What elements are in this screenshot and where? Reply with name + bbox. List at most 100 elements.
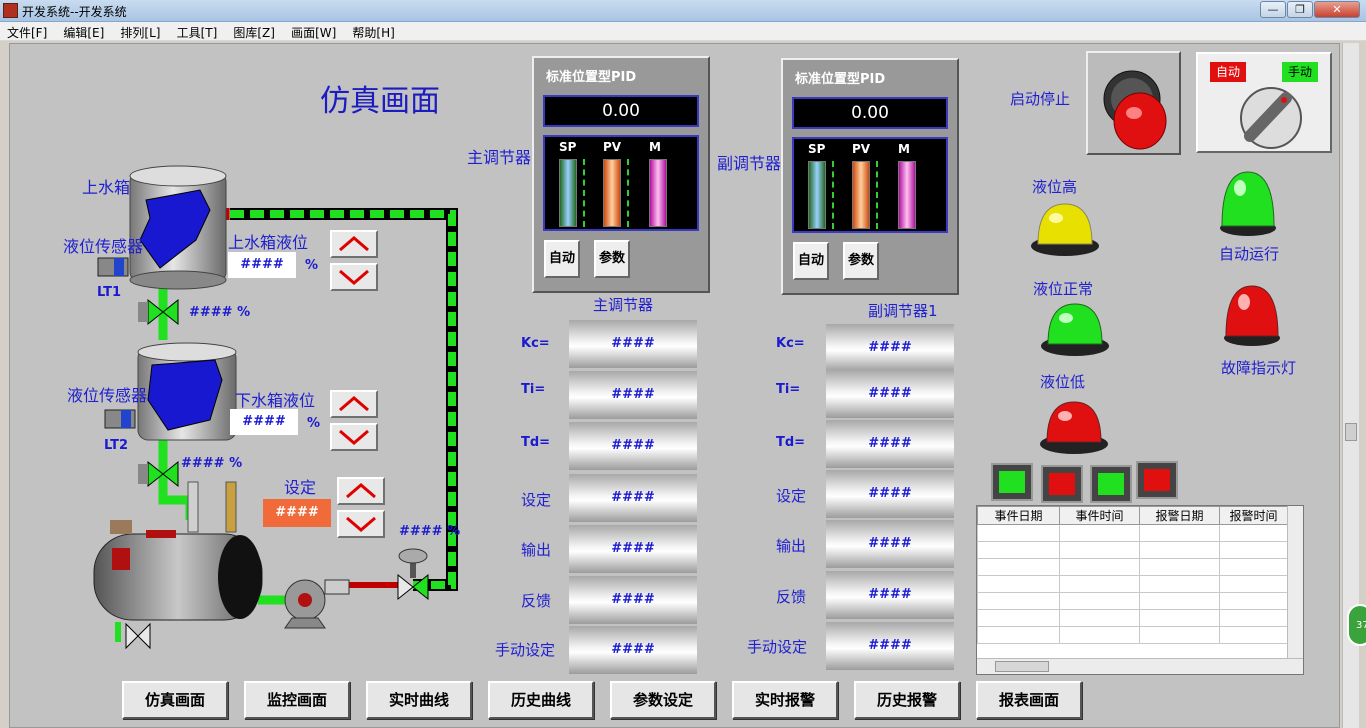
- nav-realtime-trend[interactable]: 实时曲线: [366, 681, 472, 719]
- bar-scale: [627, 159, 641, 227]
- sub-params-heading: 副调节器1: [868, 302, 938, 320]
- pid-main-title: 标准位置型PID: [546, 70, 637, 85]
- valve1-value: #### %: [189, 305, 251, 320]
- main-kc-value[interactable]: ####: [569, 320, 697, 368]
- table-row[interactable]: [977, 541, 1288, 559]
- upper-tank-label: 上水箱: [82, 178, 131, 197]
- auto-mode-label: 自动: [1210, 62, 1246, 82]
- lower-tank: [137, 342, 237, 441]
- sub-feedback-value[interactable]: ####: [826, 571, 954, 619]
- start-stop-label: 启动停止: [1010, 90, 1071, 108]
- bar-m: [898, 161, 916, 229]
- close-button[interactable]: ✕: [1314, 1, 1360, 18]
- pid-sub-params-button[interactable]: 参数: [843, 242, 879, 280]
- badge[interactable]: 37: [1347, 604, 1366, 646]
- maximize-button[interactable]: ❐: [1287, 1, 1313, 18]
- upper-level-label: 上水箱液位: [228, 233, 309, 252]
- pid-sub-display: 0.00: [792, 97, 948, 129]
- col-alarm-time[interactable]: 报警时间: [1219, 506, 1288, 525]
- status-square-green-1[interactable]: [991, 463, 1033, 501]
- main-setpoint-value[interactable]: ####: [569, 474, 697, 522]
- col-event-time[interactable]: 事件时间: [1059, 506, 1140, 525]
- arrow-down-icon: [339, 269, 369, 285]
- sub-td-value[interactable]: ####: [826, 420, 954, 468]
- sub-td-label: Td=: [776, 435, 806, 450]
- sensor-lt2: [104, 409, 136, 429]
- pid-sub-auto-button[interactable]: 自动: [793, 242, 829, 280]
- arrow-down-icon: [339, 429, 369, 445]
- pid-main-auto-button[interactable]: 自动: [544, 240, 580, 278]
- nav-report[interactable]: 报表画面: [976, 681, 1082, 719]
- main-feedback-value[interactable]: ####: [569, 576, 697, 624]
- table-hscrollbar[interactable]: [977, 658, 1303, 674]
- valve2-value: #### %: [181, 456, 243, 471]
- nav-monitor[interactable]: 监控画面: [244, 681, 350, 719]
- sub-kc-value[interactable]: ####: [826, 324, 954, 372]
- scrollbar-thumb[interactable]: [1345, 423, 1357, 441]
- col-event-date[interactable]: 事件日期: [977, 506, 1060, 525]
- minimize-button[interactable]: —: [1260, 1, 1286, 18]
- table-row[interactable]: [977, 524, 1288, 542]
- lower-level-up-button[interactable]: [330, 390, 378, 418]
- status-square-red-1[interactable]: [1041, 465, 1083, 503]
- main-manual-value[interactable]: ####: [569, 626, 697, 674]
- bar-pv: [852, 161, 870, 229]
- sub-setpoint-value[interactable]: ####: [826, 470, 954, 518]
- level-normal-label: 液位正常: [1033, 280, 1094, 298]
- nav-simulation[interactable]: 仿真画面: [122, 681, 228, 719]
- pid-sub-panel: 标准位置型PID 0.00 SP PV M 自动 参数: [781, 58, 959, 295]
- nav-realtime-alarm[interactable]: 实时报警: [732, 681, 838, 719]
- bar-m-label: M: [898, 142, 910, 156]
- lower-level-down-button[interactable]: [330, 423, 378, 451]
- boiler-tank: [93, 520, 263, 642]
- red-pushbutton-icon: [1103, 70, 1167, 150]
- pid-main-display: 0.00: [543, 95, 699, 127]
- status-square-red-2[interactable]: [1136, 461, 1178, 499]
- lower-level-label: 下水箱液位: [235, 391, 316, 410]
- table-row[interactable]: [977, 592, 1288, 610]
- upper-level-down-button[interactable]: [330, 263, 378, 291]
- arrow-up-icon: [339, 236, 369, 252]
- process-diagram: [93, 165, 458, 650]
- main-td-value[interactable]: ####: [569, 422, 697, 470]
- bar-pv-label: PV: [603, 140, 622, 154]
- main-ti-value[interactable]: ####: [569, 371, 697, 419]
- table-row[interactable]: [977, 609, 1288, 627]
- sub-setpoint-label: 设定: [776, 487, 807, 505]
- table-row[interactable]: [977, 626, 1288, 644]
- pid-main-params-button[interactable]: 参数: [594, 240, 630, 278]
- main-output-value[interactable]: ####: [569, 525, 697, 573]
- bar-scale: [583, 159, 597, 227]
- start-stop-button[interactable]: [1086, 51, 1181, 155]
- bar-sp-label: SP: [808, 142, 826, 156]
- col-alarm-date[interactable]: 报警日期: [1139, 506, 1220, 525]
- mode-selector[interactable]: 自动 手动: [1196, 52, 1332, 153]
- status-square-green-2[interactable]: [1090, 465, 1132, 503]
- setpoint-down-button[interactable]: [337, 510, 385, 538]
- nav-history-alarm[interactable]: 历史报警: [854, 681, 960, 719]
- auto-run-label: 自动运行: [1219, 245, 1280, 263]
- main-output-label: 输出: [521, 541, 552, 559]
- table-row[interactable]: [977, 575, 1288, 593]
- table-hscroll-thumb[interactable]: [995, 661, 1049, 672]
- fault-lamp-icon: [1224, 285, 1280, 346]
- upper-level-up-button[interactable]: [330, 230, 378, 258]
- sub-output-value[interactable]: ####: [826, 520, 954, 568]
- table-vscrollbar[interactable]: [1287, 506, 1303, 658]
- main-manual-label: 手动设定: [495, 641, 556, 659]
- selector-knob-icon: [1240, 87, 1302, 149]
- sub-feedback-label: 反馈: [776, 588, 807, 606]
- green-lamp-icon: [1041, 303, 1109, 356]
- sub-manual-value[interactable]: ####: [826, 622, 954, 670]
- valve-1: [138, 298, 179, 326]
- level-low-label: 液位低: [1040, 373, 1086, 391]
- nav-history-trend[interactable]: 历史曲线: [488, 681, 594, 719]
- sensor1-label: 液位传感器: [63, 237, 144, 256]
- table-row[interactable]: [977, 558, 1288, 576]
- setpoint-value[interactable]: ####: [263, 499, 331, 527]
- alarm-table[interactable]: 事件日期 事件时间 报警日期 报警时间: [976, 505, 1304, 675]
- sub-ti-value[interactable]: ####: [826, 370, 954, 418]
- setpoint-up-button[interactable]: [337, 477, 385, 505]
- arrow-up-icon: [346, 483, 376, 499]
- nav-params[interactable]: 参数设定: [610, 681, 716, 719]
